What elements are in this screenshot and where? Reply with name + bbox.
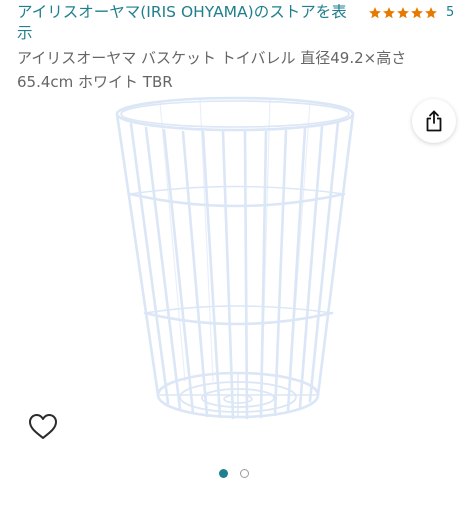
favorite-button[interactable] (25, 408, 61, 444)
page-dot[interactable] (240, 469, 249, 478)
share-button[interactable] (412, 99, 456, 143)
product-header: アイリスオーヤマ(IRIS OHYAMA)のストアを表示 5 アイリスオーヤマ … (17, 2, 462, 94)
star-icon (425, 7, 437, 19)
star-rating (368, 6, 438, 20)
star-icon (411, 7, 423, 19)
page-dot-active[interactable] (219, 469, 228, 478)
rating[interactable]: 5 (368, 3, 454, 23)
heart-outline-icon (29, 413, 57, 439)
star-icon (397, 7, 409, 19)
carousel-pagination (219, 469, 249, 478)
star-icon (383, 7, 395, 19)
rating-count: 5 (446, 5, 455, 20)
share-icon (426, 110, 442, 132)
product-image[interactable] (110, 85, 370, 430)
store-link[interactable]: アイリスオーヤマ(IRIS OHYAMA)のストアを表示 (17, 2, 362, 44)
star-icon (369, 7, 381, 19)
